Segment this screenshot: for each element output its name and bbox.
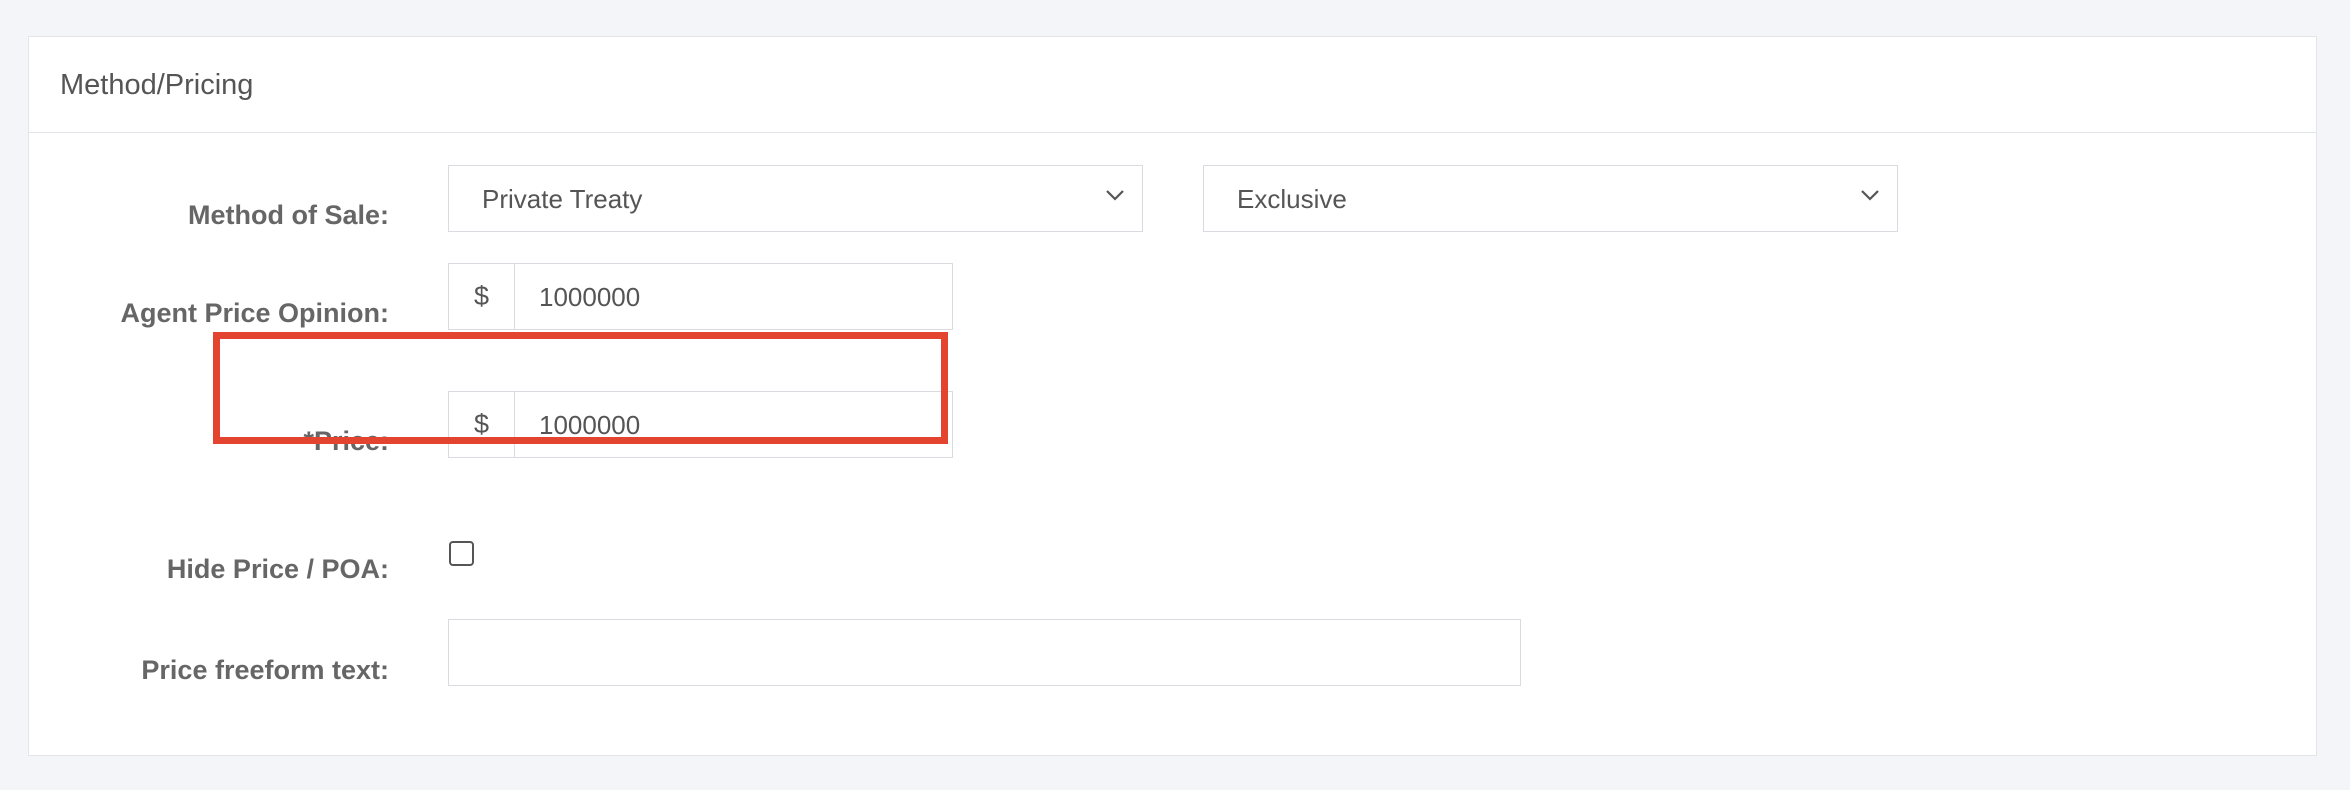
hide-price-checkbox[interactable]: [449, 541, 474, 566]
currency-addon: $: [449, 264, 515, 329]
method-of-sale-select[interactable]: Private Treaty: [448, 165, 1143, 232]
method-of-sale-value: Private Treaty: [482, 184, 643, 214]
sale-authority-value: Exclusive: [1237, 184, 1347, 214]
price-highlight-box: [213, 332, 948, 444]
price-freeform-input[interactable]: [448, 619, 1521, 686]
chevron-down-icon: [1106, 190, 1124, 201]
hide-price-label: Hide Price / POA:: [166, 554, 389, 584]
panel-title: Method/Pricing: [60, 69, 254, 101]
sale-authority-select[interactable]: Exclusive: [1203, 165, 1898, 232]
agent-price-opinion-field[interactable]: $ 1000000: [448, 263, 953, 330]
agent-price-opinion-value: 1000000: [539, 282, 641, 312]
agent-price-opinion-label: Agent Price Opinion:: [120, 298, 389, 328]
method-of-sale-label: Method of Sale:: [188, 200, 389, 230]
price-freeform-label: Price freeform text:: [141, 655, 389, 685]
panel-header: Method/Pricing: [29, 37, 2316, 133]
chevron-down-icon: [1861, 190, 1879, 201]
